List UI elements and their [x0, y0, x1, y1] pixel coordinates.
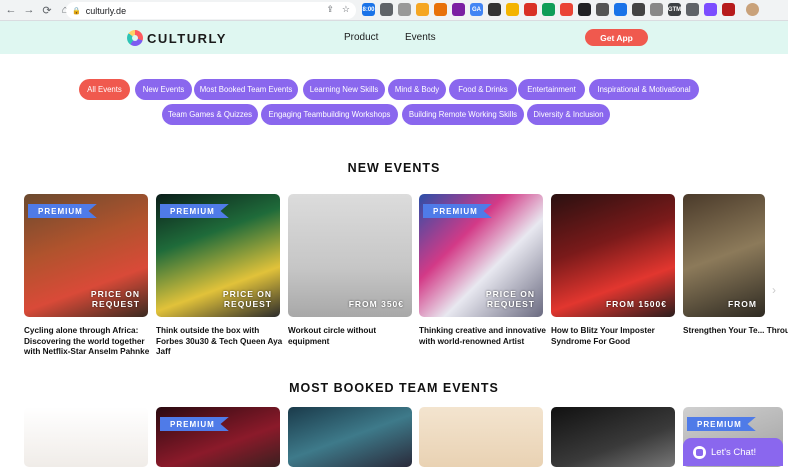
site-header: CULTURLY Product Events Get App [0, 21, 788, 54]
event-card[interactable]: PREMIUM PRICE ON REQUEST [24, 194, 148, 317]
bookmark-star-icon[interactable]: ☆ [342, 4, 350, 15]
lock-icon: 🔒 [72, 7, 81, 15]
filter-chip[interactable]: Building Remote Working Skills [402, 104, 524, 125]
event-card[interactable]: FROM 1500€ [551, 194, 675, 317]
event-title[interactable]: How to Blitz Your Imposter Syndrome For … [551, 326, 679, 347]
premium-badge: PREMIUM [160, 417, 229, 431]
most-booked-card[interactable] [288, 407, 412, 467]
extension-icon[interactable] [398, 3, 411, 16]
brand-logo[interactable]: CULTURLY [127, 30, 227, 46]
extension-icon[interactable] [488, 3, 501, 16]
most-booked-card[interactable] [419, 407, 543, 467]
filter-chip[interactable]: Diversity & Inclusion [527, 104, 610, 125]
event-card[interactable]: PREMIUM PRICE ON REQUEST [156, 194, 280, 317]
most-booked-card[interactable]: PREMIUM [156, 407, 280, 467]
get-app-button[interactable]: Get App [585, 29, 648, 46]
event-card[interactable]: PREMIUM PRICE ON REQUEST [419, 194, 543, 317]
event-price: FROM [727, 299, 757, 309]
extension-icon[interactable] [506, 3, 519, 16]
extension-icon[interactable] [434, 3, 447, 16]
filter-chip[interactable]: Mind & Body [388, 79, 446, 100]
premium-badge: PREMIUM [423, 204, 492, 218]
share-icon[interactable]: ⇪ [326, 4, 334, 15]
filter-chip[interactable]: Food & Drinks [449, 79, 517, 100]
browser-toolbar: ← → ⟳ ⌂ 🔒 culturly.de ⇪ ☆ 8:00 GA GTM [0, 0, 788, 21]
event-price: FROM 1500€ [605, 299, 667, 309]
extension-icon[interactable]: GA [470, 3, 483, 16]
extension-icon[interactable] [704, 3, 717, 16]
filter-chip[interactable]: Team Games & Quizzes [162, 104, 258, 125]
filter-chip[interactable]: Inspirational & Motivational [589, 79, 699, 100]
profile-avatar[interactable] [746, 3, 759, 16]
extension-icon[interactable] [650, 3, 663, 16]
address-text: culturly.de [85, 5, 127, 16]
extension-icon[interactable] [416, 3, 429, 16]
premium-badge: PREMIUM [28, 204, 97, 218]
premium-badge: PREMIUM [160, 204, 229, 218]
reload-icon[interactable]: ⟳ [40, 3, 54, 17]
brand-name: CULTURLY [147, 30, 227, 46]
filter-chip[interactable]: New Events [135, 79, 192, 100]
extension-icon[interactable] [524, 3, 537, 16]
extension-icon[interactable] [560, 3, 573, 16]
section-title-most-booked: MOST BOOKED TEAM EVENTS [289, 381, 499, 395]
event-price: PRICE ON REQUEST [485, 289, 535, 309]
event-title[interactable]: Strengthen Your Te... Through Candid Le.… [683, 326, 788, 337]
extension-icon[interactable] [380, 3, 393, 16]
forward-icon[interactable]: → [22, 3, 36, 17]
extension-icon[interactable]: 8:00 [362, 3, 375, 16]
address-bar[interactable]: 🔒 culturly.de ⇪ ☆ [66, 2, 356, 19]
extension-icon[interactable] [452, 3, 465, 16]
extension-icon[interactable]: GTM [668, 3, 681, 16]
extension-icon[interactable] [614, 3, 627, 16]
chat-bubble-icon [693, 445, 706, 459]
event-card[interactable]: FROM [683, 194, 765, 317]
event-title[interactable]: Workout circle without equipment [288, 326, 416, 347]
most-booked-card[interactable] [24, 407, 148, 467]
chat-label: Let's Chat! [711, 446, 757, 458]
extension-icon[interactable] [632, 3, 645, 16]
extensions-bar: 8:00 GA GTM [362, 3, 759, 16]
event-price: PRICE ON REQUEST [90, 289, 140, 309]
filter-chip[interactable]: Entertainment [518, 79, 585, 100]
extension-icon[interactable] [578, 3, 591, 16]
carousel-next-icon[interactable]: › [772, 283, 786, 297]
premium-badge: PREMIUM [687, 417, 756, 431]
section-title-new-events: NEW EVENTS [347, 161, 441, 175]
event-card[interactable]: FROM 350€ [288, 194, 412, 317]
back-icon[interactable]: ← [4, 3, 18, 17]
event-title[interactable]: Cycling alone through Africa: Discoverin… [24, 326, 152, 358]
event-title[interactable]: Thinking creative and innovative with wo… [419, 326, 547, 347]
filter-chip[interactable]: Learning New Skills [303, 79, 385, 100]
chat-widget-button[interactable]: Let's Chat! [683, 438, 783, 466]
extension-icon[interactable] [596, 3, 609, 16]
filter-chip[interactable]: Most Booked Team Events [194, 79, 298, 100]
nav-product[interactable]: Product [344, 32, 378, 43]
filter-chip[interactable]: All Events [79, 79, 130, 100]
filter-chip[interactable]: Engaging Teambuilding Workshops [261, 104, 398, 125]
extension-icon[interactable] [722, 3, 735, 16]
event-price: PRICE ON REQUEST [222, 289, 272, 309]
event-price: FROM 350€ [348, 299, 404, 309]
most-booked-card[interactable] [551, 407, 675, 467]
nav-events[interactable]: Events [405, 32, 436, 43]
logo-icon [127, 30, 143, 46]
extension-icon[interactable] [542, 3, 555, 16]
extension-icon[interactable] [686, 3, 699, 16]
event-title[interactable]: Think outside the box with Forbes 30u30 … [156, 326, 284, 358]
